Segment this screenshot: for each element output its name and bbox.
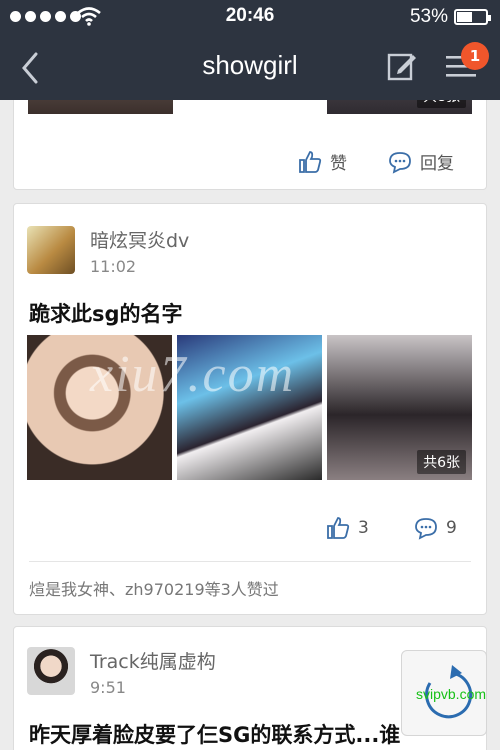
compose-icon[interactable] [386, 50, 418, 82]
post-image[interactable]: 共6张 [327, 335, 472, 480]
post-title[interactable]: 昨天厚着脸皮要了仨SG的联系方式...谁 [29, 719, 400, 749]
avatar[interactable] [27, 226, 75, 274]
avatar[interactable] [27, 647, 75, 695]
like-label: 赞 [330, 154, 347, 174]
post-time: 11:02 [90, 257, 137, 276]
likes-summary[interactable]: 煊是我女神、zh970219等3人赞过 [29, 576, 279, 600]
comment-bubble-icon [389, 151, 411, 174]
thumbs-up-icon [327, 517, 350, 539]
thumbs-up-icon [299, 150, 322, 173]
site-watermark: xiu7.com [90, 346, 296, 403]
battery-percentage: 53% [409, 6, 448, 27]
image-count-label: 共6张 [417, 450, 466, 474]
page-title: showgirl [202, 50, 298, 80]
post-title[interactable]: 跪求此sg的名字 [29, 298, 183, 328]
post-card[interactable]: 暗炫冥炎dv 11:02 跪求此sg的名字 共6张 3 9 煊是我女神、zh97… [13, 203, 487, 615]
divider [29, 561, 471, 562]
reply-button[interactable]: 回复 [388, 149, 454, 174]
like-count: 3 [358, 518, 369, 538]
top-bar: 20:46 53% showgirl 1 [0, 0, 500, 100]
comment-bubble-icon [415, 518, 437, 540]
post-username[interactable]: 暗炫冥炎dv [90, 226, 189, 253]
post-time: 9:51 [90, 678, 126, 697]
comment-count: 9 [446, 518, 457, 538]
reply-label: 回复 [420, 154, 454, 174]
status-bar: 20:46 53% [0, 0, 500, 34]
like-button[interactable]: 赞 [298, 149, 347, 174]
like-button[interactable]: 3 [326, 516, 369, 540]
watermark-url: svipvb.com [416, 686, 487, 702]
post-username[interactable]: Track纯属虚构 [90, 647, 216, 674]
battery-icon [454, 9, 491, 25]
notification-badge: 1 [461, 42, 489, 70]
comment-button[interactable]: 9 [414, 516, 457, 540]
